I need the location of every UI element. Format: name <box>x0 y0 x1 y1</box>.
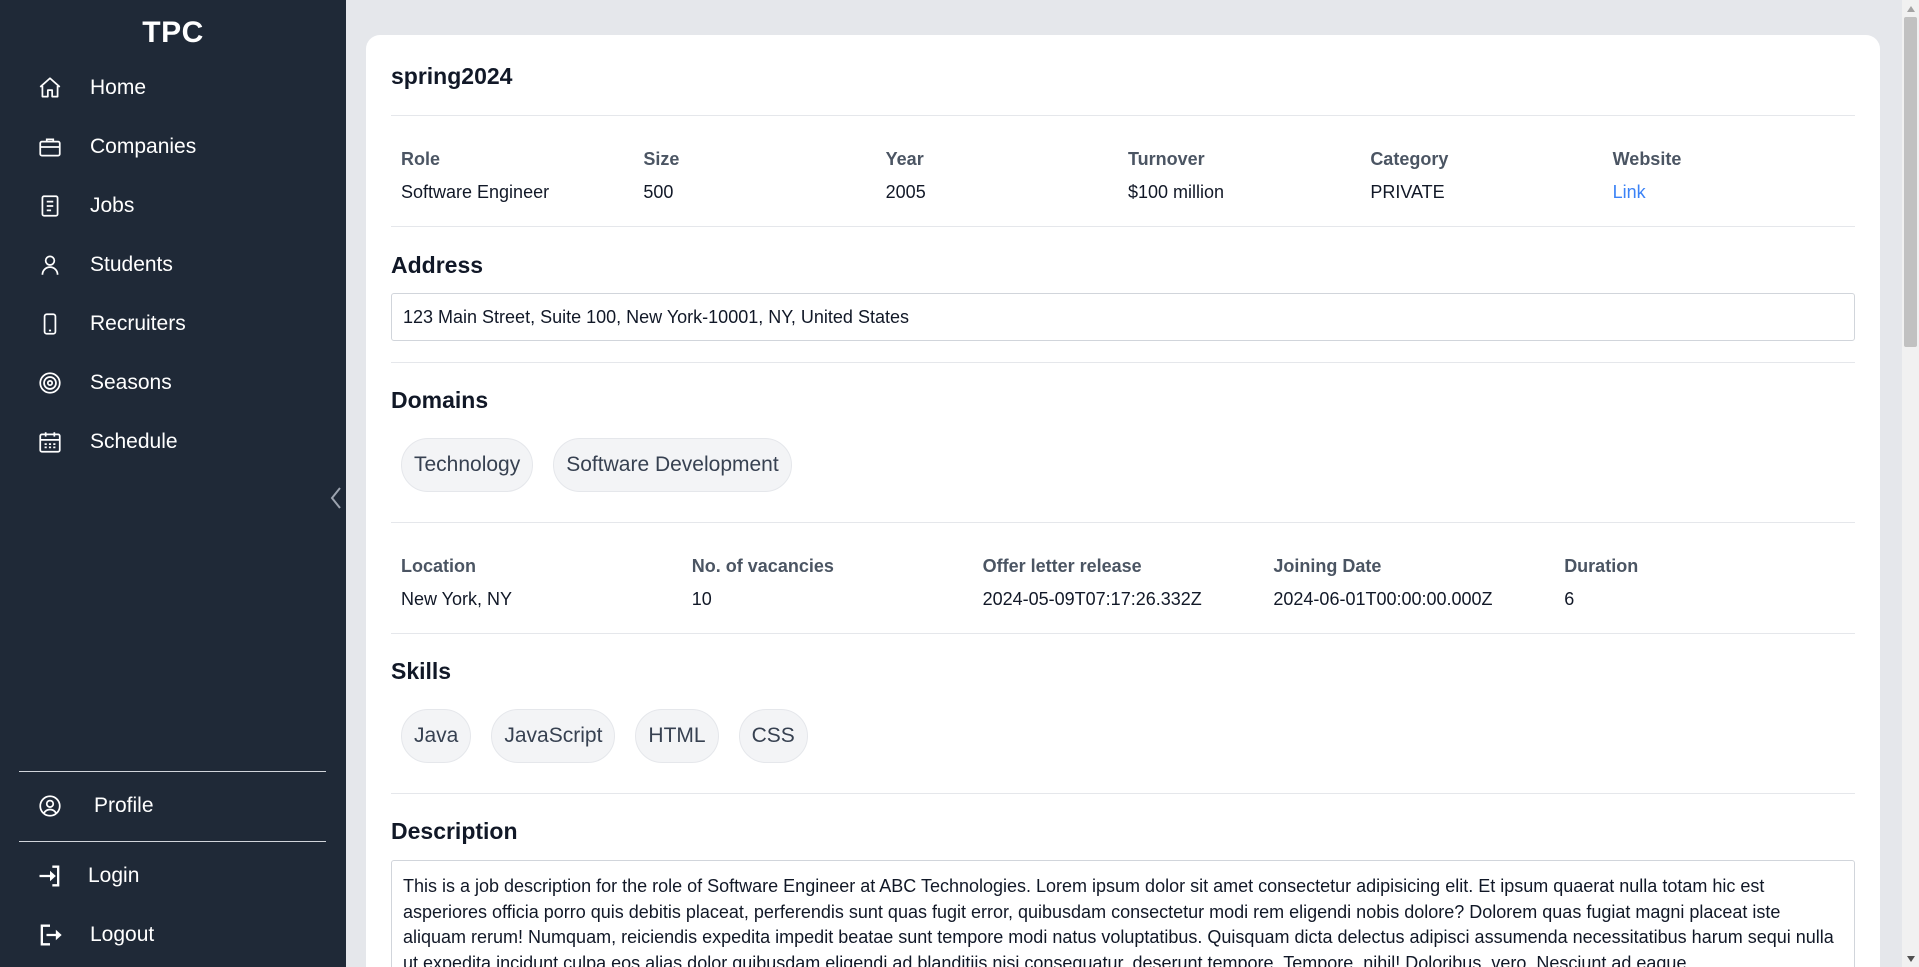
job-detail-card: spring2024 Role Software Engineer Size 5… <box>366 35 1880 967</box>
sidebar-item-schedule[interactable]: Schedule <box>0 412 346 471</box>
summary-label: Website <box>1612 149 1682 169</box>
sidebar-item-label: Students <box>90 252 173 276</box>
summary-category: Category PRIVATE <box>1370 149 1612 203</box>
detail-label: Joining Date <box>1273 556 1382 576</box>
skill-chip: Java <box>401 709 472 763</box>
detail-value: 6 <box>1564 589 1575 609</box>
domain-chips: Technology Software Development <box>401 438 792 492</box>
sidebar-item-label: Recruiters <box>90 311 186 335</box>
summary-label: Category <box>1370 149 1449 169</box>
divider <box>391 226 1855 227</box>
sidebar-item-label: Companies <box>90 134 197 158</box>
domains-heading: Domains <box>391 387 489 413</box>
detail-label: Location <box>401 556 476 576</box>
skill-chip: CSS <box>738 709 808 763</box>
summary-value: PRIVATE <box>1370 182 1445 202</box>
logout-icon <box>36 921 64 949</box>
summary-label: Role <box>401 149 441 169</box>
skill-chip: JavaScript <box>491 709 616 763</box>
briefcase-icon <box>36 133 64 161</box>
divider <box>391 793 1855 794</box>
sidebar-item-students[interactable]: Students <box>0 235 346 294</box>
summary-role: Role Software Engineer <box>401 149 643 203</box>
skill-chips: Java JavaScript HTML CSS <box>401 709 808 763</box>
detail-value: New York, NY <box>401 589 513 609</box>
sidebar-item-seasons[interactable]: Seasons <box>0 353 346 412</box>
summary-value: $100 million <box>1127 182 1225 202</box>
detail-value: 2024-05-09T07:17:26.332Z <box>982 589 1202 609</box>
sidebar-item-profile[interactable]: Profile <box>36 792 154 820</box>
detail-label: No. of vacancies <box>691 556 834 576</box>
sidebar-nav: Home Companies Jobs Students Recruiters <box>0 58 346 471</box>
login-label: Login <box>88 864 140 887</box>
summary-size: Size 500 <box>643 149 885 203</box>
company-summary: Role Software Engineer Size 500 Year 200… <box>391 149 1855 203</box>
scroll-down-arrow-icon[interactable] <box>1902 950 1919 967</box>
summary-label: Size <box>643 149 680 169</box>
brand-logo: TPC <box>142 16 204 49</box>
page-title: spring2024 <box>391 63 513 89</box>
detail-value: 10 <box>691 589 712 609</box>
summary-turnover: Turnover $100 million <box>1128 149 1370 203</box>
summary-year: Year 2005 <box>886 149 1128 203</box>
job-details: Location New York, NY No. of vacancies 1… <box>391 556 1855 610</box>
page-scrollbar[interactable] <box>1902 0 1919 967</box>
phone-icon <box>36 310 64 338</box>
sidebar-divider <box>19 771 326 772</box>
sidebar-collapse-button[interactable] <box>326 486 346 514</box>
website-link[interactable]: Link <box>1613 182 1855 203</box>
detail-duration: Duration 6 <box>1564 556 1855 610</box>
sidebar-item-jobs[interactable]: Jobs <box>0 176 346 235</box>
scroll-up-arrow-icon[interactable] <box>1902 0 1919 17</box>
detail-vacancies: No. of vacancies 10 <box>692 556 983 610</box>
sidebar-item-label: Profile <box>94 794 154 817</box>
summary-label: Turnover <box>1127 149 1205 169</box>
chevron-left-icon <box>329 485 343 516</box>
skills-heading: Skills <box>391 658 452 684</box>
detail-label: Offer letter release <box>982 556 1142 576</box>
login-button[interactable]: Login <box>36 862 139 890</box>
sidebar-item-label: Jobs <box>90 193 135 217</box>
summary-label: Year <box>885 149 924 169</box>
skill-chip: HTML <box>635 709 719 763</box>
target-icon <box>36 369 64 397</box>
user-icon <box>36 251 64 279</box>
sidebar-item-recruiters[interactable]: Recruiters <box>0 294 346 353</box>
divider <box>391 522 1855 523</box>
sidebar-item-label: Home <box>90 75 147 99</box>
detail-location: Location New York, NY <box>401 556 692 610</box>
calendar-icon <box>36 428 64 456</box>
detail-label: Duration <box>1564 556 1639 576</box>
sidebar-item-label: Schedule <box>90 429 178 453</box>
description-text: This is a job description for the role o… <box>391 860 1855 967</box>
detail-joining-date: Joining Date 2024-06-01T00:00:00.000Z <box>1273 556 1564 610</box>
document-icon <box>36 192 64 220</box>
address-field: 123 Main Street, Suite 100, New York-100… <box>391 293 1855 341</box>
summary-value: 2005 <box>885 182 926 202</box>
description-heading: Description <box>391 818 518 844</box>
sidebar: TPC Home Companies Jobs Students Recruit… <box>0 0 346 967</box>
summary-value: 500 <box>643 182 674 202</box>
sidebar-divider <box>19 841 326 842</box>
logout-button[interactable]: Logout <box>36 921 154 949</box>
user-circle-icon <box>36 792 64 820</box>
divider <box>391 633 1855 634</box>
domain-chip: Software Development <box>553 438 792 492</box>
sidebar-item-home[interactable]: Home <box>0 58 346 117</box>
sidebar-item-label: Seasons <box>90 370 172 394</box>
address-heading: Address <box>391 252 484 278</box>
detail-value: 2024-06-01T00:00:00.000Z <box>1273 589 1493 609</box>
login-icon <box>36 862 64 890</box>
domain-chip: Technology <box>401 438 534 492</box>
summary-value: Software Engineer <box>401 182 550 202</box>
divider <box>391 115 1855 116</box>
detail-offer-letter: Offer letter release 2024-05-09T07:17:26… <box>983 556 1274 610</box>
logout-label: Logout <box>90 923 155 946</box>
home-icon <box>36 74 64 102</box>
scrollbar-thumb[interactable] <box>1904 17 1917 347</box>
divider <box>391 362 1855 363</box>
summary-website: Website Link <box>1613 149 1855 203</box>
sidebar-item-companies[interactable]: Companies <box>0 117 346 176</box>
